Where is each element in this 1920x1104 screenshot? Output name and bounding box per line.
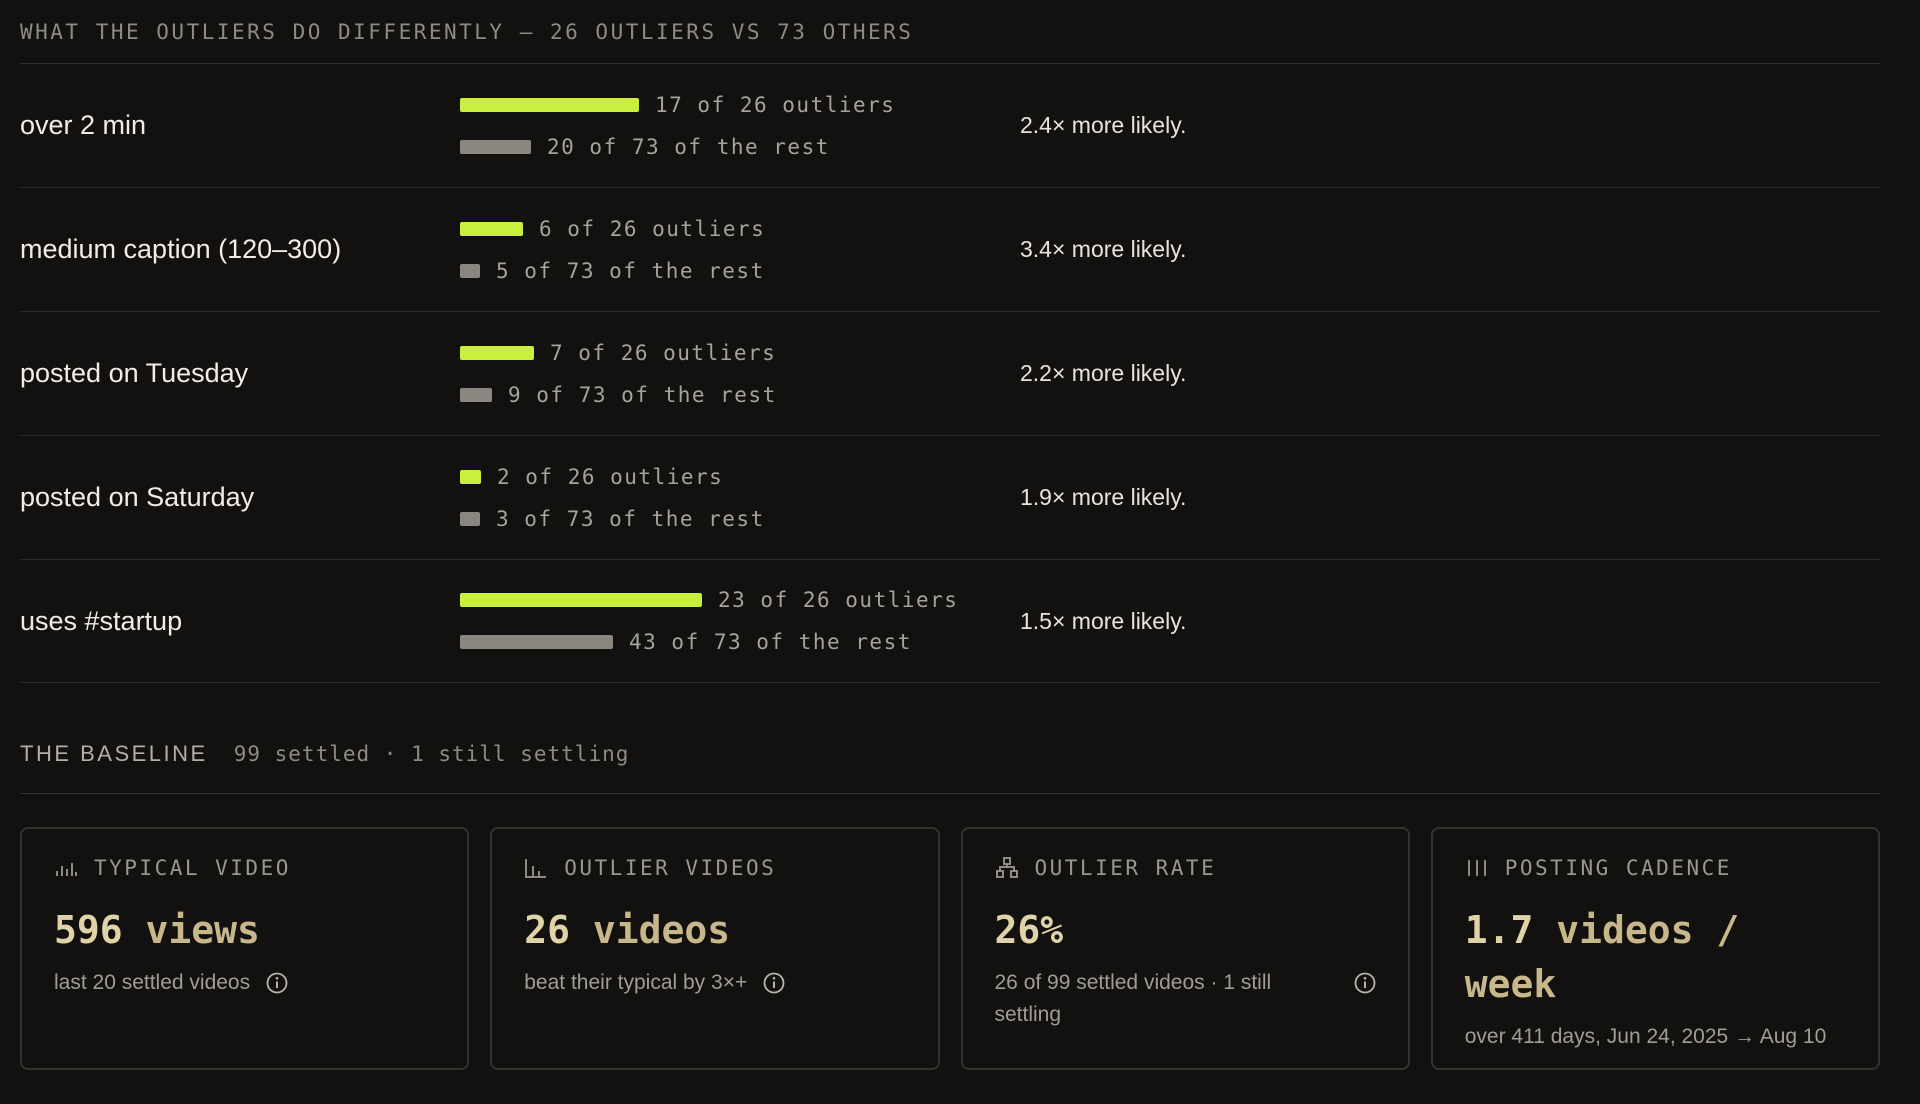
card-note: 26 of 99 settled videos · 1 still settli… — [995, 967, 1376, 1031]
stat-card: OUTLIER VIDEOS 26 videos beat their typica… — [490, 827, 940, 1070]
info-icon[interactable] — [763, 972, 785, 994]
rest-bar — [460, 139, 531, 154]
outlier-count-text: 17 of 26 outliers — [655, 92, 896, 117]
outlier-bar-line: 6 of 26 outliers — [460, 215, 1020, 242]
card-note: beat their typical by 3×+ — [524, 967, 905, 999]
card-value: 26 videos — [524, 903, 905, 957]
rest-bar — [460, 635, 613, 649]
card-value-unit: views — [122, 908, 260, 952]
rest-count-text: 20 of 73 of the rest — [547, 134, 830, 159]
row-bars: 23 of 26 outliers 43 of 73 of the rest — [460, 587, 1020, 656]
columns-icon — [1465, 856, 1489, 880]
rest-count-text: 3 of 73 of the rest — [496, 506, 765, 531]
outlier-bar — [460, 221, 523, 236]
rest-bar-line: 3 of 73 of the rest — [460, 505, 1020, 532]
card-value-number: 596 — [54, 908, 123, 952]
comparison-row: over 2 min 17 of 26 outliers 20 of 73 of t… — [20, 64, 1880, 188]
info-icon[interactable] — [1354, 972, 1376, 994]
outlier-bar-line: 17 of 26 outliers — [460, 91, 1020, 118]
card-note-text: over 411 days, Jun 24, 2025 → Aug 10 — [1464, 1025, 1827, 1048]
row-bars: 7 of 26 outliers 9 of 73 of the rest — [460, 339, 1020, 408]
row-bars: 2 of 26 outliers 3 of 73 of the rest — [460, 463, 1020, 532]
card-value-number: 26% — [994, 908, 1064, 952]
outlier-bar-line: 2 of 26 outliers — [460, 463, 1020, 490]
likelihood-text: 3.4× more likely. — [1020, 236, 1187, 262]
comparison-rows: over 2 min 17 of 26 outliers 20 of 73 of t… — [20, 64, 1880, 683]
row-label: medium caption (120–300) — [20, 234, 342, 264]
rest-bar-line: 5 of 73 of the rest — [460, 257, 1020, 284]
baseline-title: THE BASELINE — [20, 740, 208, 766]
card-note-text: 26 of 99 settled videos · 1 still settli… — [994, 971, 1272, 1026]
rest-bar — [460, 511, 480, 526]
card-value-number: 1.7 — [1464, 908, 1534, 952]
rest-count-text: 43 of 73 of the rest — [629, 630, 912, 654]
bar-chart-icon — [54, 856, 78, 880]
card-header: POSTING CADENCE — [1465, 853, 1846, 883]
stat-card: OUTLIER RATE 26% 26 of 99 settled videos ·… — [960, 827, 1410, 1070]
card-note: last 20 settled videos — [54, 967, 435, 999]
outlier-count-text: 7 of 26 outliers — [550, 340, 777, 365]
comparison-title: WHAT THE OUTLIERS DO DIFFERENTLY — 26 OU… — [20, 0, 1880, 64]
outlier-bar — [460, 97, 639, 112]
likelihood-text: 2.4× more likely. — [1020, 112, 1187, 138]
rest-bar-line: 9 of 73 of the rest — [460, 381, 1020, 408]
card-header: TYPICAL VIDEO — [54, 853, 435, 883]
comparison-row: uses #startup 23 of 26 outliers 43 of 73 o… — [20, 560, 1880, 683]
rest-count-text: 5 of 73 of the rest — [496, 258, 765, 283]
card-note: over 411 days, Jun 24, 2025 → Aug 10 — [1465, 1021, 1846, 1053]
info-icon[interactable] — [266, 972, 288, 994]
row-label: posted on Tuesday — [20, 358, 249, 388]
network-icon — [995, 856, 1019, 880]
card-value: 1.7 videos / week — [1465, 903, 1846, 1011]
card-value-number: 26 — [524, 908, 571, 952]
baseline-subtitle: 99 settled · 1 still settling — [233, 741, 630, 766]
outlier-comparison: WHAT THE OUTLIERS DO DIFFERENTLY — 26 OU… — [20, 0, 1880, 683]
stat-card: TYPICAL VIDEO 596 views last 20 settled vi… — [20, 827, 470, 1070]
card-header: OUTLIER VIDEOS — [524, 853, 905, 883]
row-bars: 17 of 26 outliers 20 of 73 of the rest — [460, 91, 1020, 160]
rest-bar-line: 20 of 73 of the rest — [460, 133, 1020, 160]
rest-bar — [460, 387, 492, 402]
card-label: POSTING CADENCE — [1504, 856, 1732, 880]
baseline-cards: TYPICAL VIDEO 596 views last 20 settled vi… — [20, 827, 1880, 1070]
outlier-bar — [460, 345, 534, 360]
comparison-row: posted on Saturday 2 of 26 outliers 3 of 7… — [20, 436, 1880, 560]
outlier-bar — [460, 593, 702, 607]
card-label: TYPICAL VIDEO — [94, 856, 291, 880]
comparison-row: posted on Tuesday 7 of 26 outliers 9 of 73… — [20, 312, 1880, 436]
card-value-unit: videos — [570, 908, 731, 952]
row-bars: 6 of 26 outliers 5 of 73 of the rest — [460, 215, 1020, 284]
card-header: OUTLIER RATE — [995, 853, 1376, 883]
rest-bar — [460, 263, 480, 278]
outlier-bar — [460, 469, 481, 484]
card-note-text: beat their typical by 3×+ — [524, 971, 748, 994]
likelihood-text: 2.2× more likely. — [1020, 360, 1187, 386]
stat-card: POSTING CADENCE 1.7 videos / week over 411… — [1430, 827, 1880, 1070]
outlier-count-text: 23 of 26 outliers — [718, 588, 959, 612]
card-label: OUTLIER RATE — [1034, 856, 1217, 880]
outlier-bar-line: 7 of 26 outliers — [460, 339, 1020, 366]
row-label: over 2 min — [20, 110, 147, 140]
outlier-bar-line: 23 of 26 outliers — [460, 587, 1020, 614]
card-note-text: last 20 settled videos — [54, 971, 251, 994]
card-value: 26% — [995, 903, 1376, 957]
card-label: OUTLIER VIDEOS — [564, 856, 777, 880]
baseline-header: THE BASELINE 99 settled · 1 still settli… — [20, 712, 1880, 794]
likelihood-text: 1.5× more likely. — [1020, 607, 1187, 634]
card-value: 596 views — [54, 903, 435, 957]
likelihood-text: 1.9× more likely. — [1020, 484, 1187, 510]
row-label: uses #startup — [20, 605, 183, 636]
comparison-row: medium caption (120–300) 6 of 26 outliers… — [20, 188, 1880, 312]
rest-bar-line: 43 of 73 of the rest — [460, 629, 1020, 656]
rest-count-text: 9 of 73 of the rest — [508, 382, 777, 407]
outlier-count-text: 6 of 26 outliers — [539, 216, 766, 241]
outlier-count-text: 2 of 26 outliers — [497, 464, 724, 489]
axis-chart-icon — [524, 856, 548, 880]
row-label: posted on Saturday — [20, 482, 255, 512]
